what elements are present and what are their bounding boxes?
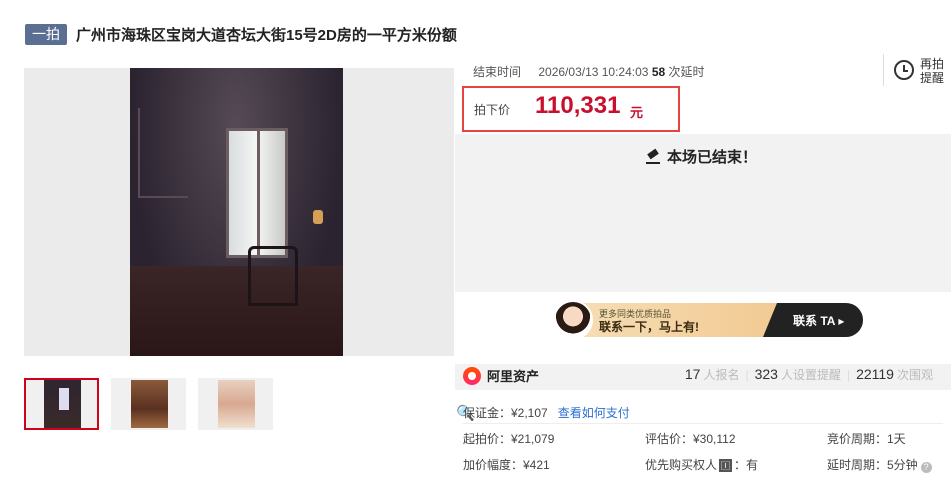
contact-button[interactable]: 联系 TA ▸ xyxy=(793,312,844,329)
delay-suffix: 次延时 xyxy=(668,65,705,79)
remind-label: 再拍提醒 xyxy=(920,57,945,85)
thumbnail-image xyxy=(131,380,168,428)
help-icon[interactable]: ? xyxy=(920,462,932,473)
auction-ended-message: 本场已结束！ xyxy=(645,146,757,167)
auction-ended-panel: 本场已结束！ 更多同类优质拍品 联系一下，马上有! 联系 TA ▸ xyxy=(455,134,951,390)
auction-ended-text: 本场已结束！ xyxy=(667,149,758,166)
photo-lamp xyxy=(313,210,323,224)
property-photo xyxy=(130,68,343,356)
promo-headline: 联系一下，马上有! xyxy=(599,320,699,334)
photo-floor xyxy=(130,266,343,356)
photo-shelf xyxy=(138,108,188,198)
organizer-name[interactable]: 阿里资产 xyxy=(487,366,539,385)
payment-help-link[interactable]: 查看如何支付 xyxy=(558,406,630,420)
info-badge-icon[interactable]: 🄸 xyxy=(719,459,733,472)
priority-buyer: 优先购买权人 🄸 ：有 xyxy=(645,456,758,473)
signup-label: 人报名 xyxy=(703,368,740,382)
divider xyxy=(463,423,943,424)
auction-stats: 17 人报名 | 323 人设置提醒 | 22119 次围观 xyxy=(685,366,933,383)
final-price-value: 110,331 xyxy=(535,92,621,119)
deposit-value: 保证金：¥2,107 xyxy=(463,406,548,420)
main-image-viewer[interactable]: 🔍 xyxy=(24,68,475,422)
alarm-clock-icon xyxy=(894,60,914,80)
remind-button[interactable]: 再拍提醒 xyxy=(883,54,945,86)
reminder-label: 人设置提醒 xyxy=(780,368,841,382)
final-price-box: 拍下价 110,331 元 xyxy=(462,86,680,132)
signup-count: 17 xyxy=(684,366,701,382)
deposit-row: 保证金：¥2,107 查看如何支付 xyxy=(463,404,630,421)
page-title: 广州市海珠区宝岗大道杏坛大街15号2D房的一平方米份额 xyxy=(76,27,457,44)
gavel-icon xyxy=(645,149,661,165)
ali-assets-logo-icon xyxy=(463,366,481,385)
thumbnail-image xyxy=(44,380,81,428)
delay-count: 58 xyxy=(651,65,666,79)
priority-buyer-value: ：有 xyxy=(734,458,759,472)
thumbnail-strip xyxy=(24,378,285,430)
delay-period-text: 延时周期：5分钟 xyxy=(827,458,918,472)
stats-separator: | xyxy=(745,368,749,382)
end-time-value: 2026/03/13 10:24:03 xyxy=(538,65,649,79)
thumbnail-1[interactable] xyxy=(24,378,99,430)
start-price: 起拍价：¥21,079 xyxy=(463,432,555,446)
title-row: 一拍 广州市海珠区宝岗大道杏坛大街15号2D房的一平方米份额 xyxy=(25,24,457,45)
view-count: 22119 xyxy=(856,366,894,382)
promo-banner[interactable]: 更多同类优质拍品 联系一下，马上有! 联系 TA ▸ xyxy=(455,292,951,364)
photo-door xyxy=(226,128,288,258)
stats-separator: | xyxy=(846,368,851,382)
view-label: 次围观 xyxy=(896,368,933,382)
photo-chair xyxy=(248,246,298,306)
thumbnail-3[interactable] xyxy=(198,378,273,430)
priority-buyer-label: 优先购买权人 xyxy=(645,458,718,472)
end-time-label: 结束时间 xyxy=(473,65,522,79)
final-price-unit: 元 xyxy=(630,105,644,120)
bidding-period: 竞价周期：1天 xyxy=(827,432,906,446)
end-time-row: 结束时间 2026/03/13 10:24:03 58 次延时 xyxy=(473,63,705,80)
thumbnail-2[interactable] xyxy=(111,378,186,430)
reminder-count: 323 xyxy=(754,366,778,382)
auction-type-tag: 一拍 xyxy=(25,24,67,45)
agent-avatar xyxy=(553,300,593,340)
thumbnail-image xyxy=(218,380,255,428)
final-price-label: 拍下价 xyxy=(474,103,511,117)
appraisal-price: 评估价：¥30,112 xyxy=(645,432,736,446)
delay-period: 延时周期：5分钟? xyxy=(827,456,932,473)
bid-increment: 加价幅度：¥421 xyxy=(463,458,550,472)
organizer-row: 阿里资产 17 人报名 | 323 人设置提醒 | 22119 次围观 xyxy=(463,366,943,385)
